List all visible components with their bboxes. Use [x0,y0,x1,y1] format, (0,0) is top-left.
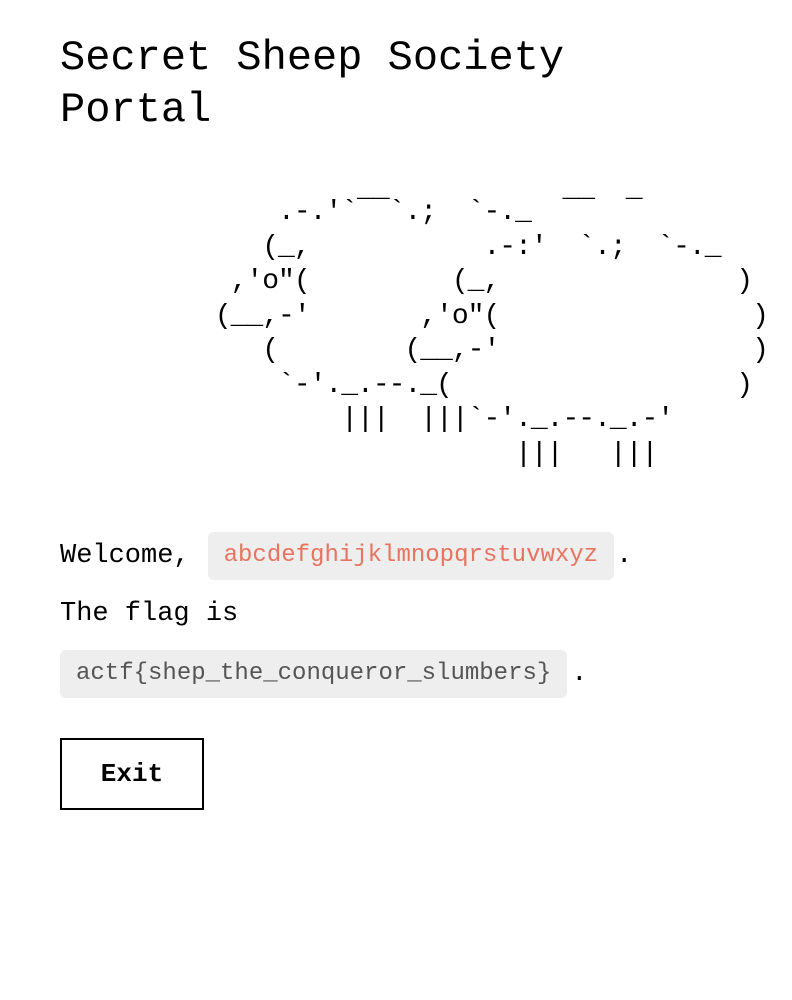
flag-intro-text: The flag is [60,599,239,629]
exit-button[interactable]: Exit [60,738,204,810]
page-title: Secret Sheep Society Portal [60,34,565,134]
flag-line: actf{shep_the_conqueror_slumbers} . [60,650,732,698]
welcome-suffix: . [616,541,633,571]
welcome-prefix: Welcome, [60,541,190,571]
flag-suffix: . [571,659,588,689]
portal-page: Secret Sheep Society Portal .-.'`‾‾`.; `… [0,0,792,1000]
username-chip: abcdefghijklmnopqrstuvwxyz [207,532,615,580]
welcome-message: Welcome, abcdefghijklmnopqrstuvwxyz . [60,532,732,580]
sheep-ascii-art: .-.'`‾‾`.; `-._ ‾‾ ‾ (_, .-:' `.; `-._ ,… [214,197,769,470]
flag-value: actf{shep_the_conqueror_slumbers} [60,650,568,698]
